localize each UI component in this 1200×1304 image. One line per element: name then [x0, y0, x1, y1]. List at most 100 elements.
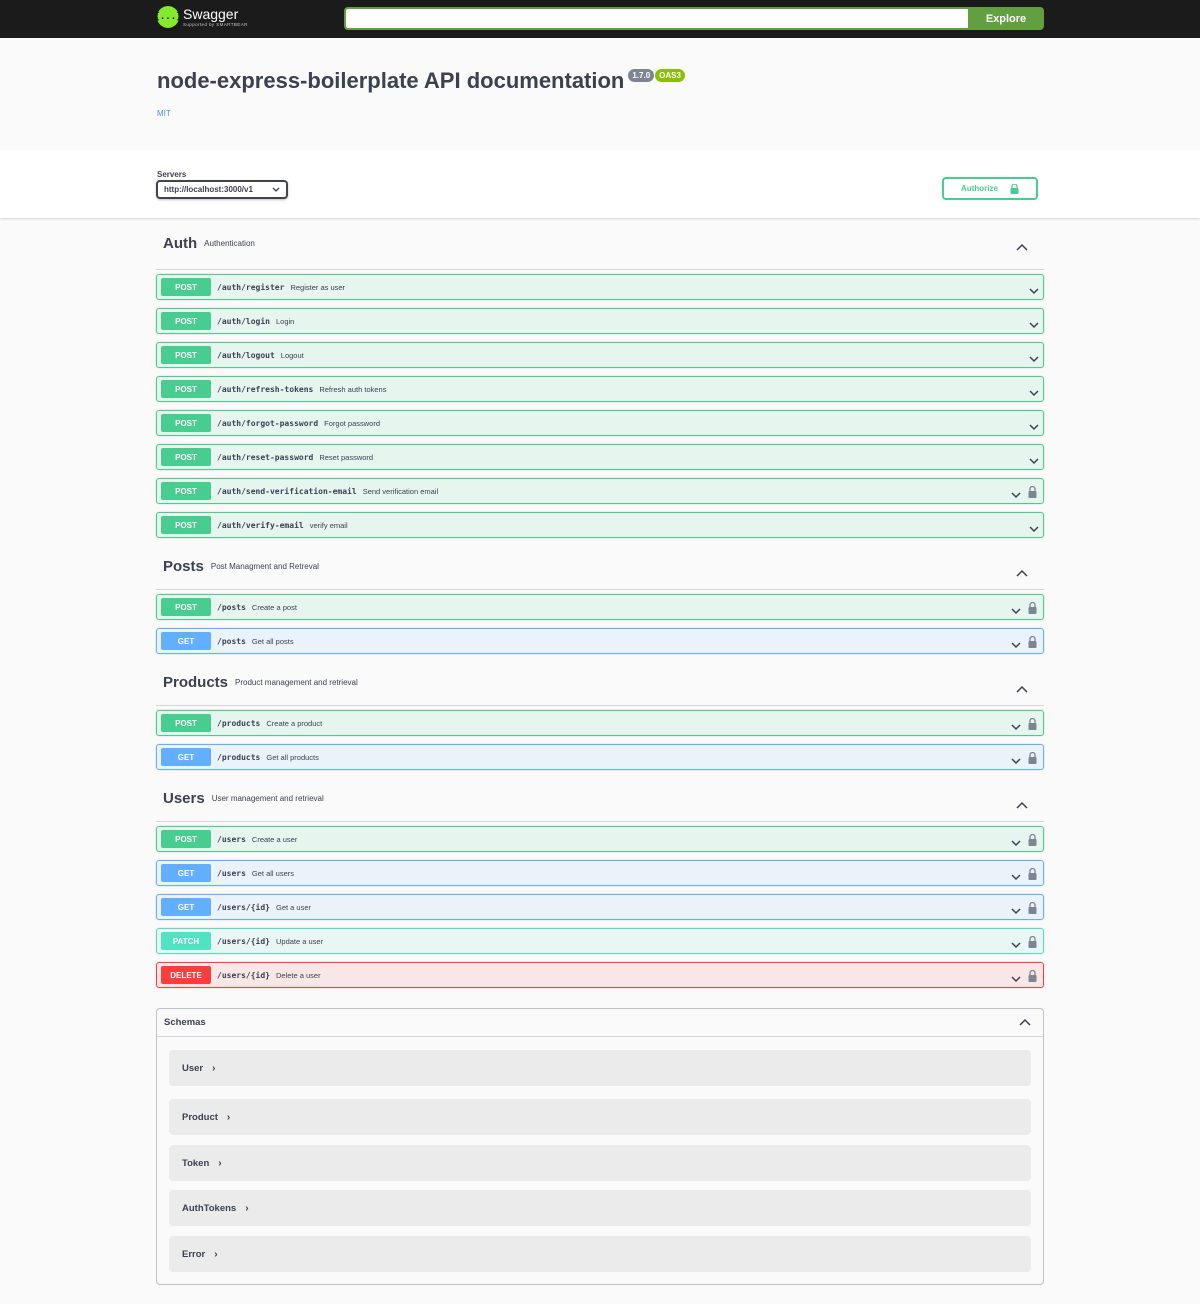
lock-icon[interactable] — [1028, 833, 1037, 851]
chevron-right-icon[interactable]: › — [245, 1203, 248, 1214]
operation-patch[interactable]: PATCH/users/{id} Update a user — [156, 928, 1044, 954]
operation-post[interactable]: POST/products Create a product — [156, 710, 1044, 736]
chevron-up-icon[interactable] — [1016, 680, 1028, 698]
chevron-down-icon[interactable] — [1011, 936, 1021, 954]
chevron-up-icon[interactable] — [1016, 796, 1028, 814]
tag-header[interactable]: Posts Post Managment and Retreval — [156, 544, 1044, 590]
chevron-down-icon[interactable] — [1029, 316, 1039, 334]
operation-delete[interactable]: DELETE/users/{id} Delete a user — [156, 962, 1044, 988]
operation-post[interactable]: POST/auth/forgot-password Forgot password — [156, 410, 1044, 436]
operation-post[interactable]: POST/auth/refresh-tokens Refresh auth tok… — [156, 376, 1044, 402]
operation-post[interactable]: POST/users Create a user — [156, 826, 1044, 852]
operation-post[interactable]: POST/auth/send-verification-email Send ve… — [156, 478, 1044, 504]
chevron-down-icon[interactable] — [1011, 970, 1021, 988]
chevron-down-icon[interactable] — [1011, 718, 1021, 736]
operation-path: /auth/logout — [217, 350, 275, 360]
chevron-right-icon[interactable]: › — [227, 1112, 230, 1123]
operation-get[interactable]: GET/posts Get all posts — [156, 628, 1044, 654]
lock-icon[interactable] — [1028, 485, 1037, 503]
chevron-up-icon[interactable] — [1016, 238, 1028, 256]
servers-select[interactable]: http://localhost:3000/v1 — [156, 180, 288, 199]
chevron-down-icon[interactable] — [1011, 902, 1021, 920]
operation-post[interactable]: POST/auth/reset-password Reset password — [156, 444, 1044, 470]
operation-summary: Login — [275, 316, 295, 326]
tag-description: Product management and retrieval — [235, 678, 358, 687]
schema-model[interactable]: AuthTokens › — [169, 1190, 1031, 1226]
schema-model[interactable]: Token › — [169, 1145, 1031, 1181]
method-badge: POST — [161, 714, 211, 732]
scheme-container: Servers http://localhost:3000/v1 Authori… — [0, 150, 1200, 218]
tag-group-users: Users User management and retrieval POST/u… — [156, 776, 1044, 988]
operation-post[interactable]: POST/auth/logout Logout — [156, 342, 1044, 368]
schemas-header[interactable]: Schemas — [157, 1009, 1043, 1037]
operation-post[interactable]: POST/posts Create a post — [156, 594, 1044, 620]
explore-button[interactable]: Explore — [968, 7, 1044, 30]
chevron-down-icon[interactable] — [1029, 418, 1039, 436]
chevron-down-icon[interactable] — [1011, 636, 1021, 654]
lock-icon[interactable] — [1028, 601, 1037, 619]
lock-icon[interactable] — [1028, 867, 1037, 885]
operation-path: /products — [217, 752, 261, 762]
authorize-button[interactable]: Authorize — [942, 177, 1038, 200]
schema-model[interactable]: Error › — [169, 1236, 1031, 1272]
chevron-down-icon[interactable] — [1011, 834, 1021, 852]
chevron-down-icon[interactable] — [1011, 868, 1021, 886]
chevron-right-icon[interactable]: › — [214, 1249, 217, 1260]
tag-group-posts: Posts Post Managment and Retreval POST/pos… — [156, 544, 1044, 654]
servers-selected-value: http://localhost:3000/v1 — [164, 185, 253, 194]
operation-post[interactable]: POST/auth/register Register as user — [156, 274, 1044, 300]
tag-header[interactable]: Users User management and retrieval — [156, 776, 1044, 822]
operation-post[interactable]: POST/auth/login Login — [156, 308, 1044, 334]
chevron-down-icon[interactable] — [1029, 282, 1039, 300]
lock-icon[interactable] — [1028, 717, 1037, 735]
operation-path: /posts — [217, 636, 246, 646]
chevron-down-icon[interactable] — [1011, 752, 1021, 770]
chevron-up-icon[interactable] — [1019, 1018, 1031, 1026]
chevron-down-icon[interactable] — [1029, 384, 1039, 402]
schema-model[interactable]: User › — [169, 1050, 1031, 1086]
method-badge: GET — [161, 864, 211, 882]
method-badge: POST — [161, 312, 211, 330]
lock-icon[interactable] — [1028, 935, 1037, 953]
tag-header[interactable]: Products Product management and retrieval — [156, 660, 1044, 706]
operation-summary: Get all posts — [251, 636, 294, 646]
operation-summary: Create a post — [251, 602, 297, 612]
operation-summary: Delete a user — [275, 970, 321, 980]
license-link[interactable]: MIT — [157, 109, 171, 118]
chevron-down-icon[interactable] — [1011, 486, 1021, 504]
tag-header[interactable]: Auth Authentication — [156, 218, 1044, 270]
operation-path: /products — [217, 718, 261, 728]
lock-icon[interactable] — [1028, 901, 1037, 919]
chevron-right-icon[interactable]: › — [218, 1158, 221, 1169]
method-badge: POST — [161, 346, 211, 364]
method-badge: PATCH — [161, 932, 211, 950]
chevron-down-icon[interactable] — [1011, 602, 1021, 620]
servers-label: Servers — [157, 170, 187, 179]
lock-icon[interactable] — [1028, 969, 1037, 987]
logo-text: Swagger Supported by SMARTBEAR — [183, 7, 248, 28]
method-badge: POST — [161, 598, 211, 616]
operation-path: /users/{id} — [217, 902, 270, 912]
chevron-right-icon[interactable]: › — [212, 1063, 215, 1074]
chevron-down-icon[interactable] — [1029, 452, 1039, 470]
operation-summary: Create a product — [266, 718, 323, 728]
api-title: node-express-boilerplate API documentati… — [157, 68, 625, 93]
lock-icon[interactable] — [1028, 751, 1037, 769]
operation-post[interactable]: POST/auth/verify-email verify email — [156, 512, 1044, 538]
chevron-down-icon[interactable] — [1029, 350, 1039, 368]
swagger-logo[interactable]: {...} Swagger Supported by SMARTBEAR — [154, 6, 248, 28]
tag-description: Post Managment and Retreval — [210, 562, 319, 571]
schema-model[interactable]: Product › — [169, 1099, 1031, 1135]
spec-url-input[interactable] — [344, 7, 969, 30]
tag-name: Auth — [163, 235, 198, 252]
lock-icon[interactable] — [1028, 635, 1037, 653]
operation-get[interactable]: GET/users Get all users — [156, 860, 1044, 886]
chevron-up-icon[interactable] — [1016, 564, 1028, 582]
tag-name: Users — [163, 790, 205, 807]
operation-get[interactable]: GET/users/{id} Get a user — [156, 894, 1044, 920]
operation-path: /auth/register — [217, 282, 285, 292]
chevron-down-icon[interactable] — [1029, 520, 1039, 538]
operation-get[interactable]: GET/products Get all products — [156, 744, 1044, 770]
method-badge: POST — [161, 516, 211, 534]
chevron-down-icon — [272, 187, 280, 192]
